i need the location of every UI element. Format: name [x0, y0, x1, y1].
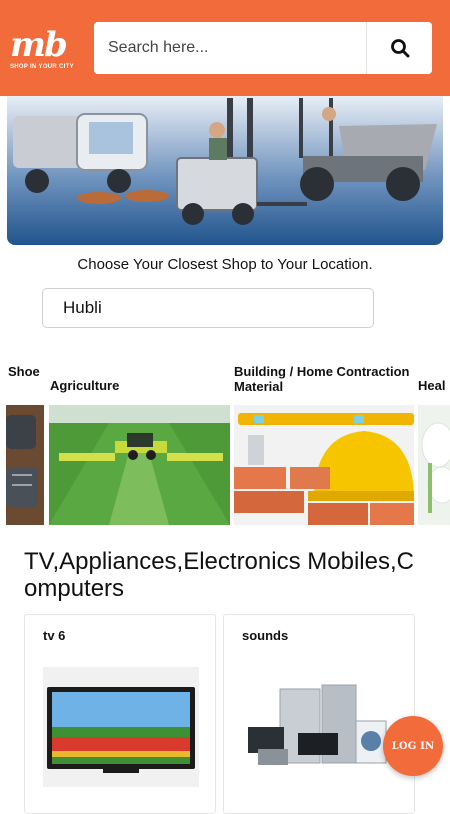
construction-tools-image [234, 405, 414, 525]
logo-mark: mb [10, 25, 68, 65]
top-header: mb SHOP IN YOUR CITY [0, 0, 450, 96]
product-card-tv[interactable]: tv 6 [24, 614, 216, 814]
location-select[interactable]: Hubli [42, 288, 374, 328]
category-label-building[interactable]: Building / Home Contraction Material [234, 364, 419, 394]
search-button[interactable] [366, 22, 432, 74]
tv-image [43, 667, 199, 787]
category-agriculture[interactable] [49, 405, 230, 525]
category-label-health[interactable]: Heal [418, 378, 445, 393]
hero-banner[interactable] [7, 96, 443, 245]
category-building[interactable] [234, 405, 414, 525]
category-health[interactable] [418, 405, 450, 525]
shoe-image [6, 405, 44, 525]
health-image [418, 405, 450, 525]
machinery-illustration [13, 98, 437, 225]
product-card-title: sounds [242, 628, 289, 643]
category-label-shoe[interactable]: Shoe [8, 364, 40, 379]
section-title: TV,Appliances,Electronics Mobiles,Comput… [24, 548, 414, 602]
login-button[interactable]: LOG IN [383, 716, 443, 776]
site-logo[interactable]: mb SHOP IN YOUR CITY [10, 28, 80, 78]
category-label-agriculture[interactable]: Agriculture [50, 378, 119, 393]
logo-tagline: SHOP IN YOUR CITY [10, 64, 74, 70]
category-shoe[interactable] [6, 405, 44, 525]
tractor-field-image [49, 405, 230, 525]
appliances-image [244, 677, 394, 767]
product-card-title: tv 6 [43, 628, 66, 643]
product-card-sounds[interactable]: sounds [223, 614, 415, 814]
location-prompt: Choose Your Closest Shop to Your Locatio… [77, 256, 373, 273]
login-label: LOG IN [391, 740, 435, 752]
search-icon [390, 39, 409, 58]
search-input[interactable] [94, 22, 366, 74]
search-bar [94, 22, 432, 74]
